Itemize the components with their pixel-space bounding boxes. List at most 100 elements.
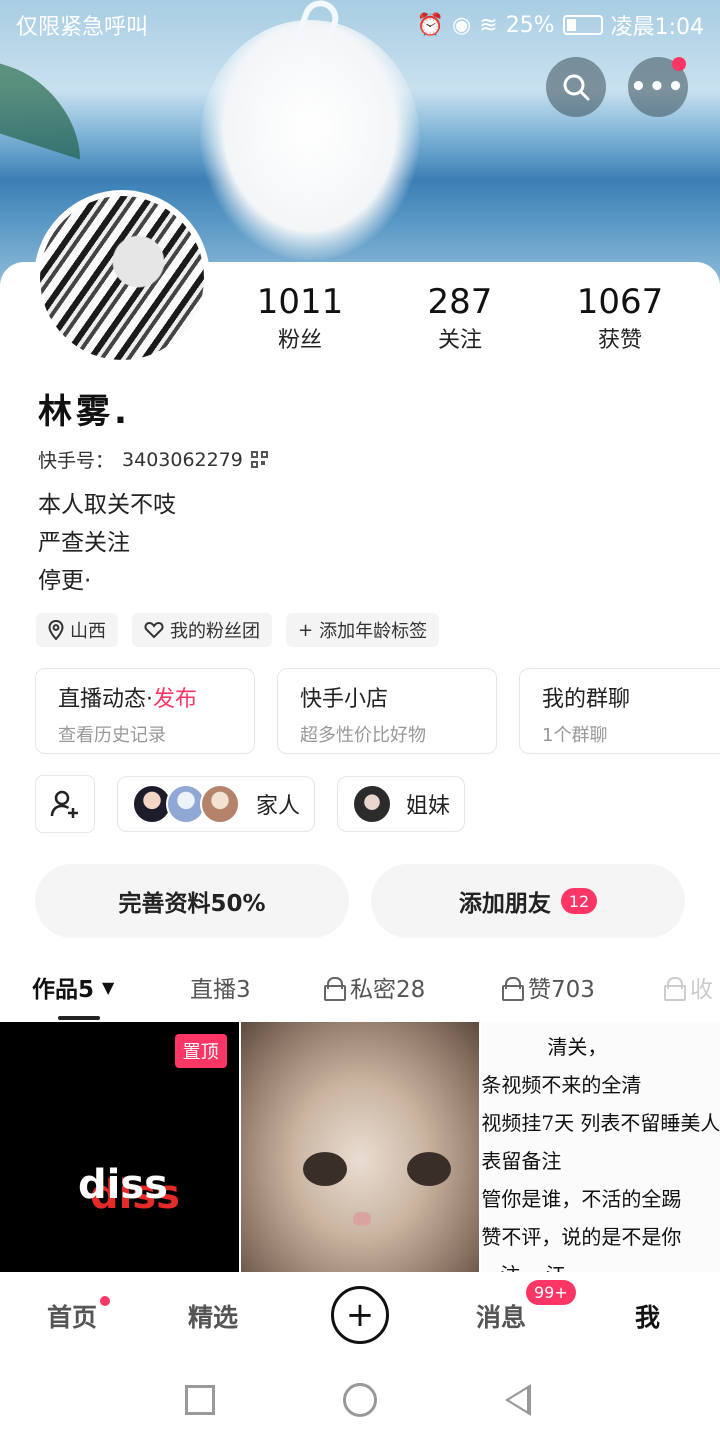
clock: 凌晨1:04	[610, 15, 704, 40]
home-icon[interactable]	[343, 1383, 377, 1417]
count-badge: 12	[560, 888, 598, 914]
button-label: 完善资料50%	[118, 891, 266, 917]
tab-favorites[interactable]: 收	[664, 970, 713, 1004]
more-icon: •••	[630, 72, 686, 102]
messages-badge: 99+	[526, 1280, 576, 1305]
lock-icon	[502, 977, 524, 1001]
feature-subtitle: 查看历史记录	[58, 725, 166, 746]
status-bar: 仅限紧急呼叫 ⏰ ◉ ≋ 25% 凌晨1:04	[0, 0, 720, 50]
tab-private[interactable]: 私密28	[324, 970, 425, 1004]
nav-home[interactable]: 首页	[47, 1298, 97, 1334]
tab-underline	[58, 1016, 100, 1020]
alarm-icon: ⏰	[416, 12, 445, 38]
group-family[interactable]: 家人	[117, 776, 316, 832]
search-icon	[563, 74, 590, 101]
cat-nose	[352, 1212, 371, 1226]
post-thumbnail[interactable]	[240, 1022, 480, 1272]
feature-accent[interactable]: 发布	[153, 687, 197, 712]
bio-line: 本人取关不吱	[38, 492, 176, 518]
stat-followers[interactable]: 1011 粉丝	[220, 282, 380, 354]
kuaishou-id-label: 快手号：	[38, 450, 115, 472]
nav-featured[interactable]: 精选	[188, 1298, 238, 1334]
group-label: 姐妹	[406, 794, 451, 819]
post-text-line: 视频挂7天 列表不留睡美人	[481, 1111, 720, 1135]
bottom-nav: 首页 精选 + 消息 99+ 我	[0, 1272, 720, 1358]
tag-label: 我的粉丝团	[170, 621, 260, 642]
profile-tags: 山西 我的粉丝团 + 添加年龄标签	[36, 613, 440, 647]
heart-icon	[144, 621, 164, 639]
kuaishou-id-value: 3403062279	[122, 448, 243, 471]
create-button[interactable]: +	[331, 1286, 389, 1344]
wifi-icon: ≋	[479, 12, 498, 38]
profile-bio: 本人取关不吱 严查关注 停更·	[38, 486, 176, 600]
profile-actions: 完善资料50% 添加朋友 12	[35, 864, 685, 938]
post-text-line: 赞不评，说的是不是你	[481, 1225, 682, 1249]
kuaishou-id-row[interactable]: 快手号： 3403062279	[38, 446, 269, 473]
recent-apps-icon[interactable]	[185, 1385, 215, 1415]
tab-label: 赞703	[528, 977, 595, 1003]
post-text-line: 清关，	[547, 1035, 608, 1059]
plus-icon: +	[345, 1295, 375, 1335]
nav-messages[interactable]: 消息	[476, 1298, 526, 1334]
tab-likes[interactable]: 赞703	[502, 970, 595, 1004]
stat-label: 关注	[437, 328, 482, 353]
stat-likes[interactable]: 1067 获赞	[540, 282, 700, 354]
pinned-badge: 置顶	[174, 1034, 227, 1068]
back-icon[interactable]	[505, 1384, 531, 1416]
group-sisters[interactable]: 姐妹	[337, 776, 466, 832]
tag-label: 添加年龄标签	[319, 621, 428, 642]
battery-icon	[562, 15, 603, 35]
tag-label: 山西	[70, 621, 106, 642]
qr-code-icon[interactable]	[250, 450, 269, 469]
stat-label: 粉丝	[277, 328, 322, 353]
avatar	[200, 784, 240, 824]
feature-subtitle: 超多性价比好物	[300, 725, 426, 746]
stat-value: 287	[427, 282, 493, 322]
feature-title: 直播动态	[58, 687, 147, 712]
search-button[interactable]	[546, 57, 606, 117]
button-label: 添加朋友	[458, 891, 551, 917]
avatar[interactable]	[34, 190, 210, 366]
feature-title: 我的群聊	[542, 687, 631, 712]
tab-label: 直播3	[190, 977, 251, 1003]
profile-stats: 1011 粉丝 287 关注 1067 获赞	[220, 282, 700, 354]
tab-live[interactable]: 直播3	[190, 970, 251, 1004]
post-text-line: 管你是谁，不活的全踢	[481, 1187, 682, 1211]
tag-add-age[interactable]: + 添加年龄标签	[286, 613, 440, 647]
post-text-line: ...注 ...江	[481, 1256, 720, 1272]
tag-fan-club[interactable]: 我的粉丝团	[132, 613, 272, 647]
feature-shop[interactable]: 快手小店 超多性价比好物	[277, 668, 497, 754]
more-button[interactable]: •••	[628, 57, 688, 117]
feature-live-moments[interactable]: 直播动态·发布 查看历史记录	[35, 668, 255, 754]
cat-eye	[406, 1152, 451, 1186]
post-thumbnail[interactable]: 清关， 条视频不来的全清 视频挂7天 列表不留睡美人 表留备注 管你是谁，不活的…	[481, 1022, 720, 1272]
complete-profile-button[interactable]: 完善资料50%	[35, 864, 349, 938]
avatar-image	[40, 196, 204, 360]
content-tabs: 作品5 ▼ 直播3 私密28 赞703 收	[0, 960, 720, 1020]
stat-value: 1011	[256, 282, 344, 322]
tab-label: 作品5	[32, 977, 95, 1003]
avatar	[352, 784, 393, 824]
stat-label: 获赞	[597, 328, 642, 353]
stat-following[interactable]: 287 关注	[380, 282, 540, 354]
lock-icon	[324, 977, 346, 1001]
caption-white: diss	[78, 1162, 168, 1208]
post-text-line: 表留备注	[481, 1149, 562, 1173]
bio-line: 停更·	[38, 568, 92, 594]
feature-cards: 直播动态·发布 查看历史记录 快手小店 超多性价比好物 我的群聊 1个群聊	[35, 668, 720, 754]
stat-value: 1067	[576, 282, 664, 322]
tab-works[interactable]: 作品5 ▼	[32, 970, 114, 1020]
lock-icon	[664, 977, 686, 1001]
add-friends-button[interactable]: 添加朋友 12	[371, 864, 685, 938]
post-text-line: 条视频不来的全清	[481, 1073, 642, 1097]
feature-group-chat[interactable]: 我的群聊 1个群聊	[519, 668, 720, 754]
tab-label: 私密28	[350, 977, 426, 1003]
post-thumbnail[interactable]: 置顶 diss diss	[0, 1022, 239, 1272]
feature-title: 快手小店	[300, 687, 389, 712]
eye-icon: ◉	[452, 12, 472, 38]
nav-home-dot	[100, 1296, 110, 1306]
tag-location[interactable]: 山西	[36, 613, 118, 647]
battery-percent: 25%	[505, 12, 555, 38]
nav-me[interactable]: 我	[635, 1298, 660, 1334]
add-contact-button[interactable]	[35, 775, 95, 833]
